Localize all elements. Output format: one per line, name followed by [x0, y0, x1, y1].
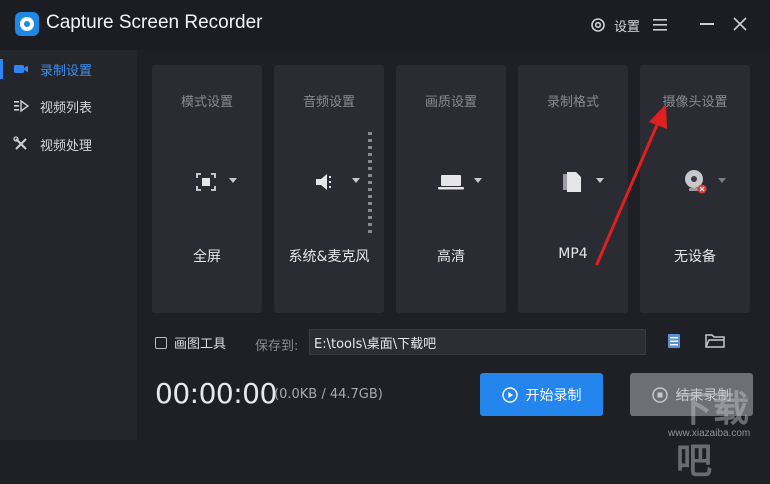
fullscreen-icon [196, 173, 216, 191]
chevron-down-icon [718, 178, 726, 183]
checkbox-box[interactable] [155, 336, 167, 349]
draw-tool-label: 画图工具 [174, 337, 227, 352]
draw-tool-checkbox[interactable]: 画图工具 [155, 333, 226, 352]
volume-level-meter [368, 132, 372, 233]
card-title: 画质设置 [424, 95, 477, 110]
menu-icon[interactable] [652, 17, 668, 33]
watermark-url: www.xiazaiba.com [668, 428, 751, 439]
close-icon[interactable] [732, 16, 748, 32]
save-path-input[interactable] [309, 329, 646, 355]
chevron-down-icon [352, 178, 360, 183]
card-title: 模式设置 [180, 95, 233, 110]
sidebar-item-video-list[interactable]: 视频列表 [0, 88, 137, 124]
card-title: 摄像头设置 [662, 95, 728, 110]
storage-size-info: (0.0KB / 44.7GB) [274, 387, 383, 402]
sidebar-item-label: 录制设置 [40, 63, 93, 79]
chevron-down-icon [596, 178, 604, 183]
active-indicator [0, 59, 3, 79]
card-webcam-settings[interactable]: 摄像头设置 无设备 [640, 65, 750, 313]
minimize-icon[interactable] [700, 23, 714, 25]
title-bar: Capture Screen Recorder 设置 [0, 0, 770, 50]
card-title: 录制格式 [546, 95, 599, 110]
sidebar-item-video-processing[interactable]: 视频处理 [0, 126, 137, 162]
gear-icon [591, 18, 605, 32]
sidebar: 录制设置 视频列表 视频处理 [0, 50, 137, 440]
settings-label: 设置 [614, 19, 641, 35]
file-icon [563, 172, 581, 192]
app-logo-icon [15, 12, 39, 36]
card-value: 系统&麦克风 [288, 249, 370, 265]
folder-icon[interactable] [705, 333, 725, 349]
tools-icon [13, 136, 27, 150]
sidebar-item-label: 视频列表 [40, 100, 93, 116]
chevron-down-icon [474, 178, 482, 183]
watermark: 下载吧 www.xiazaiba.com [662, 380, 770, 481]
recording-timer: 00:00:00 [155, 377, 277, 410]
start-recording-label: 开始录制 [525, 387, 582, 404]
card-value: MP4 [558, 246, 588, 262]
card-value: 高清 [437, 249, 465, 265]
card-record-format[interactable]: 录制格式 MP4 [518, 65, 628, 313]
save-to-label: 保存到: [255, 339, 299, 354]
sidebar-item-label: 视频处理 [40, 138, 93, 154]
start-recording-button[interactable]: 开始录制 [480, 373, 603, 416]
sidebar-item-record-settings[interactable]: 录制设置 [0, 51, 137, 87]
settings-button[interactable]: 设置 [590, 15, 640, 35]
chevron-down-icon [229, 178, 237, 183]
app-title: Capture Screen Recorder [46, 12, 263, 33]
speaker-icon [316, 174, 331, 190]
camera-icon [14, 65, 28, 73]
play-circle-icon [501, 386, 518, 403]
card-title: 音频设置 [302, 95, 355, 110]
card-audio-settings[interactable]: 音频设置 系统&麦克风 [274, 65, 384, 313]
laptop-icon [438, 175, 464, 190]
list-icon[interactable] [666, 333, 682, 349]
card-mode-settings[interactable]: 模式设置 全屏 [152, 65, 262, 313]
card-value: 全屏 [193, 249, 221, 265]
video-list-icon [14, 99, 29, 113]
card-quality-settings[interactable]: 画质设置 高清 [396, 65, 506, 313]
card-value: 无设备 [674, 249, 716, 265]
webcam-icon [685, 170, 707, 194]
